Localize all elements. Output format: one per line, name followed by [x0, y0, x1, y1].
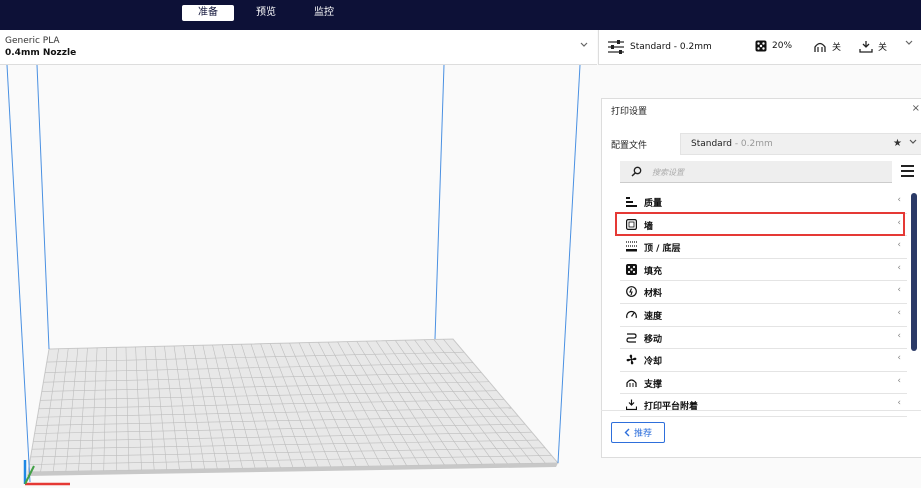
panel-title: 打印设置	[611, 107, 648, 117]
search-placeholder: 搜索设置	[652, 168, 684, 177]
chevron-left-icon	[624, 428, 630, 437]
panel-divider	[601, 410, 921, 411]
hamburger-menu-icon[interactable]	[901, 165, 914, 177]
chevron-left-icon: ‹	[897, 262, 901, 273]
chevron-left-icon: ‹	[897, 285, 901, 296]
chevron-left-icon: ‹	[897, 307, 901, 318]
search-settings-input[interactable]: 搜索设置	[620, 161, 892, 183]
profile-name: Standard	[691, 139, 732, 149]
category-adhesion[interactable]: 打印平台附着 ‹	[620, 394, 907, 417]
support-icon	[814, 42, 826, 52]
print-settings-panel: 打印设置 × 配置文件 Standard - 0.2mm ★ 搜索设置 质量 ‹…	[601, 98, 921, 458]
support-icon	[626, 379, 637, 387]
infill-summary[interactable]: 20%	[755, 40, 792, 52]
chevron-down-icon[interactable]	[909, 138, 917, 148]
stage-tabs: 准备 预览 监控	[182, 5, 356, 23]
tab-monitor[interactable]: 监控	[298, 5, 350, 21]
category-speed[interactable]: 速度 ‹	[620, 304, 907, 327]
category-quality[interactable]: 质量 ‹	[620, 191, 907, 214]
category-top-bottom[interactable]: 顶 / 底层 ‹	[620, 236, 907, 259]
travel-icon	[626, 332, 637, 343]
category-material[interactable]: 材料 ‹	[620, 281, 907, 304]
3d-viewport[interactable]	[0, 65, 598, 488]
top-navigation-bar: 准备 预览 监控	[0, 0, 921, 30]
tab-prepare[interactable]: 准备	[182, 5, 234, 21]
profile-summary-label: Standard - 0.2mm	[630, 42, 712, 52]
category-support[interactable]: 支撑 ‹	[620, 372, 907, 395]
infill-icon	[626, 263, 637, 275]
quality-icon	[626, 197, 637, 207]
chevron-left-icon: ‹	[897, 195, 901, 205]
top-bottom-icon	[626, 241, 637, 252]
profile-label: 配置文件	[611, 141, 648, 151]
nozzle-name: 0.4mm Nozzle	[5, 48, 77, 58]
chevron-left-icon: ‹	[897, 330, 901, 341]
category-cooling[interactable]: 冷却 ‹	[620, 349, 907, 372]
adhesion-icon	[859, 41, 873, 53]
recommended-mode-button[interactable]: 推荐	[611, 422, 665, 443]
infill-value: 20%	[772, 41, 793, 51]
chevron-left-icon: ‹	[897, 398, 901, 409]
recommend-label: 推荐	[633, 429, 652, 439]
adhesion-icon	[626, 399, 637, 411]
close-icon[interactable]: ×	[912, 103, 920, 114]
material-selector[interactable]: Generic PLA 0.4mm Nozzle	[0, 30, 597, 65]
chevron-down-icon[interactable]	[580, 41, 588, 51]
chevron-down-icon[interactable]	[905, 40, 913, 46]
build-volume	[6, 65, 581, 486]
chevron-left-icon: ‹	[897, 353, 901, 364]
support-summary[interactable]: 关	[813, 40, 841, 53]
settings-scrollbar[interactable]	[911, 193, 917, 351]
material-icon	[626, 286, 637, 298]
category-infill[interactable]: 填充 ‹	[620, 259, 907, 282]
support-value: 关	[832, 43, 842, 53]
selected-category-highlight	[615, 212, 905, 236]
chevron-left-icon: ‹	[897, 375, 901, 386]
speed-icon	[626, 310, 637, 319]
star-icon[interactable]: ★	[893, 138, 902, 149]
profile-suffix: - 0.2mm	[731, 139, 773, 149]
sliders-icon	[608, 40, 624, 54]
cooling-icon	[626, 354, 637, 365]
infill-icon	[755, 40, 767, 52]
tab-preview[interactable]: 预览	[240, 5, 292, 21]
search-icon	[631, 166, 642, 177]
chevron-left-icon: ‹	[897, 240, 901, 251]
category-travel[interactable]: 移动 ‹	[620, 327, 907, 350]
profile-summary[interactable]: Standard - 0.2mm	[607, 40, 712, 54]
print-settings-summary[interactable]: Standard - 0.2mm 20% 关 关	[598, 30, 921, 65]
adhesion-value: 关	[878, 43, 888, 53]
adhesion-summary[interactable]: 关	[859, 40, 887, 53]
material-name: Generic PLA	[5, 36, 60, 46]
profile-dropdown[interactable]: Standard - 0.2mm ★	[680, 133, 921, 155]
